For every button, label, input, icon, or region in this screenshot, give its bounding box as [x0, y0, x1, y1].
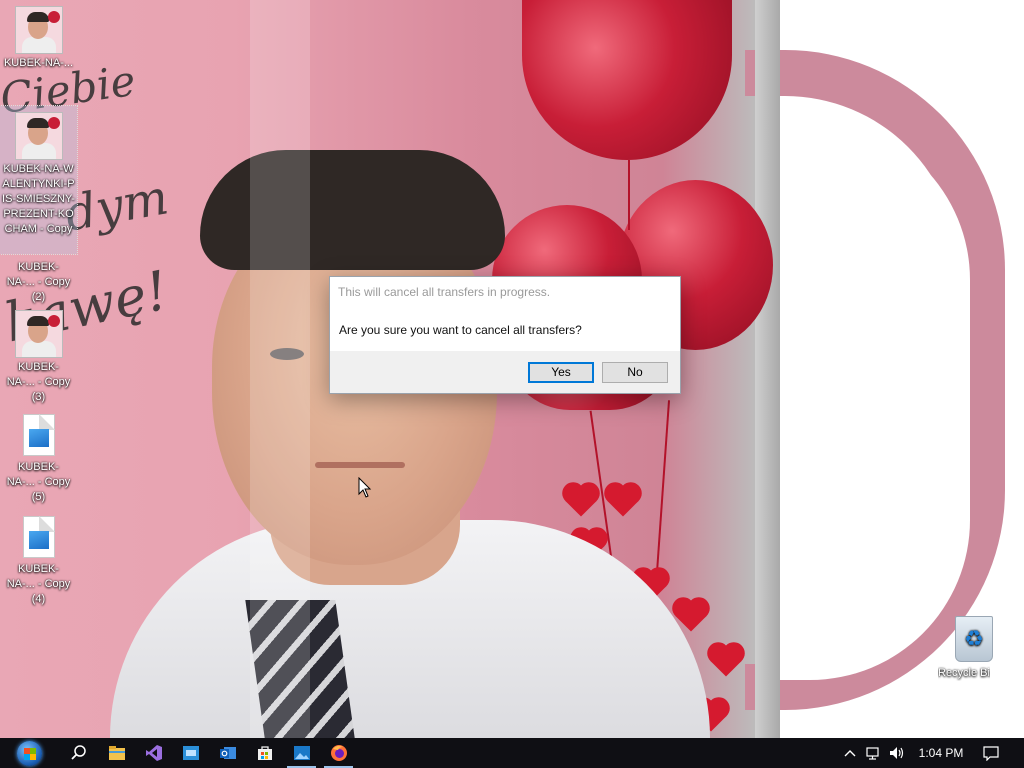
balloon-ribbon: [628, 160, 630, 230]
no-button[interactable]: No: [602, 362, 668, 383]
windows-logo-icon: [16, 741, 42, 766]
taskbar-app-photos[interactable]: [283, 738, 320, 768]
desktop-icon-label: KUBEK-NA-... - Copy (5): [6, 461, 71, 503]
volume-icon: [890, 747, 904, 759]
desktop-icon-image-file[interactable]: KUBEK-NA-... - Copy (4): [0, 510, 77, 607]
outlook-icon: [219, 747, 236, 759]
desktop-icon-label: KUBEK-NA-... - Copy (4): [6, 563, 71, 605]
taskbar-app-visual-studio[interactable]: [135, 738, 172, 768]
dialog-title: This will cancel all transfers in progre…: [338, 285, 551, 299]
visual-studio-icon: [145, 745, 162, 761]
person-hair: [200, 150, 505, 270]
mug-handle-gap: [780, 120, 970, 680]
store-icon: [257, 746, 272, 760]
file-explorer-icon: [108, 746, 125, 760]
desktop-icon-label: KUBEK-NA-WALENTYNKI-PIS-SMIESZNY-PREZENT…: [2, 163, 75, 235]
mouse-cursor-icon: [358, 477, 372, 498]
firefox-icon: [330, 745, 347, 761]
desktop-icon-image-selected[interactable]: KUBEK-NA-WALENTYNKI-PIS-SMIESZNY-PREZENT…: [0, 105, 78, 255]
desktop-icon-image[interactable]: KUBEK-NA-... - Copy (3): [0, 304, 77, 405]
start-button[interactable]: [12, 740, 46, 767]
volume-button[interactable]: [886, 738, 908, 768]
dialog-footer: Yes No: [330, 351, 680, 393]
desktop-icon-label: KUBEK-NA-... - Copy (3): [6, 361, 71, 403]
confirm-dialog: This will cancel all transfers in progre…: [329, 276, 681, 394]
photos-icon: [293, 746, 310, 760]
image-thumbnail-icon: [14, 112, 63, 160]
desktop-icon-label: KUBEK-NA-... - Copy (2): [6, 261, 71, 303]
image-thumbnail-icon: [14, 6, 63, 54]
taskbar-app-firefox[interactable]: [320, 738, 357, 768]
image-file-icon: [22, 414, 55, 456]
network-button[interactable]: [862, 738, 884, 768]
app-icon: [182, 746, 199, 760]
image-thumbnail-icon: [14, 310, 63, 358]
notification-icon: [983, 745, 999, 761]
action-center-button[interactable]: [978, 738, 1004, 768]
desktop-icon-label: KUBEK-NA-...: [3, 57, 74, 69]
desktop-icon-label: Recycle Bin: [938, 667, 990, 679]
image-file-icon: [22, 516, 55, 558]
yes-button[interactable]: Yes: [528, 362, 594, 383]
dialog-message: Are you sure you want to cancel all tran…: [339, 323, 582, 337]
taskbar-app-file-explorer[interactable]: [98, 738, 135, 768]
taskbar-app[interactable]: [172, 738, 209, 768]
desktop-icon-image-file[interactable]: KUBEK-NA-... - Copy (5): [0, 408, 77, 505]
taskbar-clock[interactable]: 1:04 PM: [912, 738, 970, 768]
taskbar-app-store[interactable]: [246, 738, 283, 768]
mug-shine: [250, 0, 310, 738]
recycle-bin[interactable]: ♻ Recycle Bin: [938, 610, 1010, 681]
show-hidden-icons-button[interactable]: [840, 738, 860, 768]
search-icon: [70, 745, 86, 760]
chevron-up-icon: [844, 750, 856, 757]
network-icon: [866, 747, 879, 760]
recycle-bin-icon: ♻: [955, 616, 993, 662]
taskbar-app-outlook[interactable]: [209, 738, 246, 768]
desktop-icon-image[interactable]: KUBEK-NA-... - Copy (2): [0, 256, 77, 305]
desktop-icon-image[interactable]: KUBEK-NA-...: [0, 0, 77, 71]
mug-rim: [755, 0, 780, 738]
search-button[interactable]: [60, 738, 97, 768]
person-mouth: [315, 462, 405, 468]
taskbar: 1:04 PM: [0, 738, 1024, 768]
